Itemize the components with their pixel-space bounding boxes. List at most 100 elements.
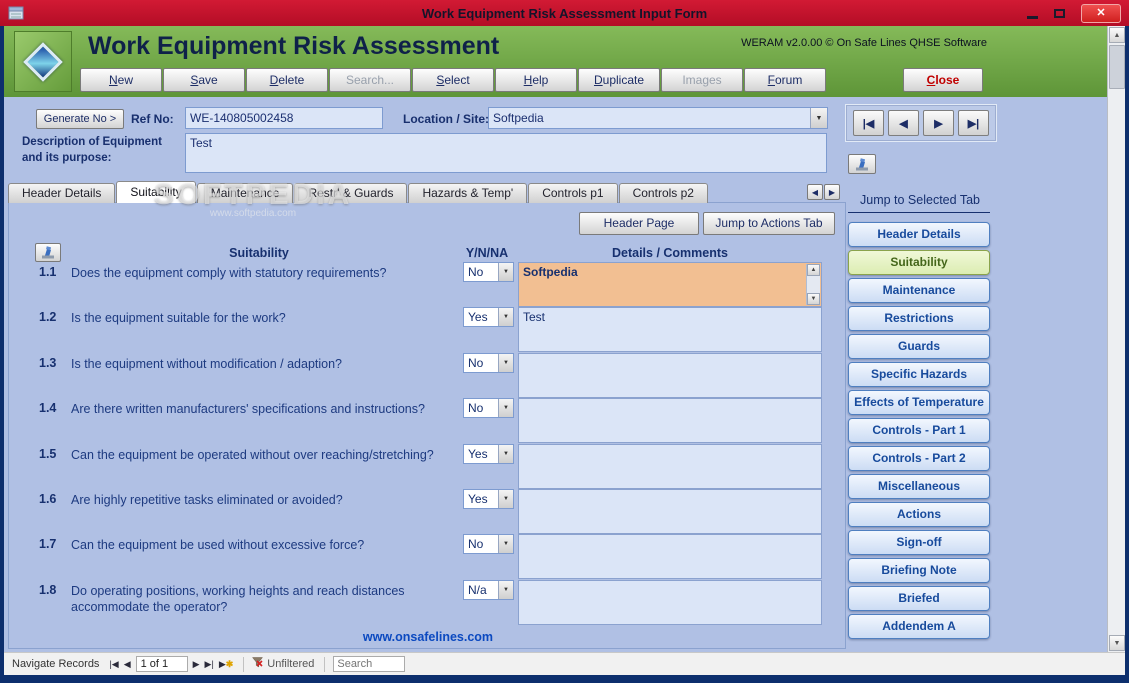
scroll-down-icon[interactable]: ▼ [807, 293, 820, 305]
record-navigation: |◀ ◀ 1 of 1 ▶ ▶| ▶✱ [109, 656, 233, 672]
next-record-button[interactable]: ▶ [923, 110, 954, 136]
jump-button-controls-part-2[interactable]: Controls - Part 2 [848, 446, 990, 471]
comment-box[interactable] [518, 398, 822, 444]
answer-dropdown[interactable]: Yes ▼ [463, 443, 514, 464]
toolbar-button-duplicate[interactable]: Duplicate [578, 68, 660, 92]
next-record-icon[interactable]: ▶ [193, 659, 200, 670]
location-dropdown[interactable]: Softpedia ▼ [488, 107, 828, 129]
comment-box[interactable] [518, 534, 822, 580]
jump-button-sign-off[interactable]: Sign-off [848, 530, 990, 555]
comment-box[interactable] [518, 488, 822, 534]
onsafelines-link[interactable]: www.onsafelines.com [9, 630, 847, 644]
question-number: 1.4 [39, 401, 57, 416]
jump-to-actions-button[interactable]: Jump to Actions Tab [703, 212, 835, 235]
first-record-button[interactable]: |◀ [853, 110, 884, 136]
previous-record-button[interactable]: ◀ [888, 110, 919, 136]
new-record-icon[interactable]: ▶✱ [219, 659, 233, 670]
scroll-up-icon[interactable]: ▲ [807, 264, 820, 276]
question-text: Are highly repetitive tasks eliminated o… [71, 492, 343, 507]
chevron-down-icon[interactable]: ▼ [810, 108, 827, 128]
jump-button-effects-of-temperature[interactable]: Effects of Temperature [848, 390, 990, 415]
column-header-ynna: Y/N/NA [465, 246, 509, 260]
ref-no-input[interactable] [185, 107, 383, 129]
jump-button-addendem-a[interactable]: Addendem A [848, 614, 990, 639]
scroll-up-icon[interactable]: ▲ [1109, 27, 1125, 43]
description-input[interactable]: Test [185, 133, 827, 173]
chevron-down-icon[interactable]: ▼ [498, 489, 513, 508]
chevron-down-icon[interactable]: ▼ [498, 535, 513, 554]
answer-dropdown[interactable]: No ▼ [463, 262, 514, 282]
jump-button-actions[interactable]: Actions [848, 502, 990, 527]
tab-maintenance[interactable]: Maintenance [196, 183, 294, 203]
first-record-icon[interactable]: |◀ [109, 659, 118, 670]
last-record-button[interactable]: ▶| [958, 110, 989, 136]
tab-controls-p1[interactable]: Controls p1 [528, 183, 618, 203]
maximize-icon[interactable] [1054, 8, 1065, 18]
jump-button-header-details[interactable]: Header Details [848, 222, 990, 247]
toolbar-button-help[interactable]: Help [495, 68, 577, 92]
jump-button-briefing-note[interactable]: Briefing Note [848, 558, 990, 583]
header-page-button[interactable]: Header Page [579, 212, 699, 235]
answer-dropdown[interactable]: No ▼ [463, 398, 514, 419]
chevron-down-icon[interactable]: ▼ [498, 308, 513, 327]
jump-button-briefed[interactable]: Briefed [848, 586, 990, 611]
comment-scrollbar[interactable]: ▲ ▼ [806, 264, 820, 305]
answer-value: No [468, 401, 484, 416]
toolbar-button-delete[interactable]: Delete [246, 68, 328, 92]
close-window-icon[interactable]: ✕ [1081, 3, 1121, 23]
comment-box[interactable] [518, 579, 822, 625]
tab-suitability[interactable]: Suitability [116, 181, 196, 203]
last-record-icon[interactable]: ▶| [205, 659, 214, 670]
scroll-down-icon[interactable]: ▼ [1109, 635, 1125, 651]
chevron-down-icon[interactable]: ▼ [498, 353, 513, 372]
tab-header-details[interactable]: Header Details [8, 183, 116, 203]
answer-dropdown[interactable]: N/a ▼ [463, 579, 514, 600]
filter-icon[interactable] [252, 657, 264, 671]
statusbar-separator [243, 656, 245, 672]
filter-status-label[interactable]: Unfiltered [267, 658, 314, 670]
answer-dropdown[interactable]: No ▼ [463, 534, 514, 555]
chevron-down-icon[interactable]: ▼ [498, 580, 513, 599]
question-number: 1.5 [39, 446, 57, 461]
toolbar-button-forum[interactable]: Forum [744, 68, 826, 92]
jump-button-specific-hazards[interactable]: Specific Hazards [848, 362, 990, 387]
chevron-down-icon[interactable]: ▼ [498, 399, 513, 418]
tab-scroll-left-icon[interactable]: ◀ [807, 184, 823, 200]
comment-box[interactable]: Test [518, 307, 822, 353]
answer-dropdown[interactable]: No ▼ [463, 352, 514, 373]
chevron-down-icon[interactable]: ▼ [498, 263, 513, 281]
jump-button-controls-part-1[interactable]: Controls - Part 1 [848, 418, 990, 443]
comment-box[interactable] [518, 443, 822, 489]
question-row-1.7: 1.7 Can the equipment be used without exc… [9, 534, 847, 580]
jump-button-miscellaneous[interactable]: Miscellaneous [848, 474, 990, 499]
stamp-button[interactable] [848, 154, 876, 174]
toolbar-button-select[interactable]: Select [412, 68, 494, 92]
toolbar-button-save[interactable]: Save [163, 68, 245, 92]
minimize-icon[interactable] [1027, 15, 1038, 19]
vertical-scrollbar[interactable]: ▲ ▼ [1107, 26, 1125, 652]
jump-button-restrictions[interactable]: Restrictions [848, 306, 990, 331]
stamp-button-2[interactable] [35, 243, 61, 262]
answer-dropdown[interactable]: Yes ▼ [463, 307, 514, 328]
tab-scroll-right-icon[interactable]: ▶ [824, 184, 840, 200]
tab-controls-p2[interactable]: Controls p2 [618, 183, 708, 203]
status-bar: Navigate Records |◀ ◀ 1 of 1 ▶ ▶| ▶✱ Unf… [4, 652, 1125, 675]
comment-box[interactable] [518, 352, 822, 398]
scrollbar-thumb[interactable] [1109, 45, 1125, 89]
sidebar-title: Jump to Selected Tab [848, 193, 990, 213]
chevron-down-icon[interactable]: ▼ [498, 444, 513, 463]
record-count-box[interactable]: 1 of 1 [135, 656, 188, 672]
search-input[interactable] [333, 656, 406, 672]
jump-button-maintenance[interactable]: Maintenance [848, 278, 990, 303]
tab-restr-guards[interactable]: Restr' & Guards [294, 183, 408, 203]
answer-dropdown[interactable]: Yes ▼ [463, 488, 514, 509]
jump-button-suitability[interactable]: Suitability [848, 250, 990, 275]
comment-box[interactable]: Softpedia ▲ ▼ [518, 262, 822, 307]
previous-record-icon[interactable]: ◀ [124, 659, 131, 670]
toolbar-button-close[interactable]: Close [903, 68, 983, 92]
answer-value: Yes [468, 446, 488, 461]
tab-hazards-temp[interactable]: Hazards & Temp' [408, 183, 528, 203]
jump-button-guards[interactable]: Guards [848, 334, 990, 359]
toolbar-button-new[interactable]: New [80, 68, 162, 92]
generate-no-button[interactable]: Generate No > [36, 109, 124, 129]
